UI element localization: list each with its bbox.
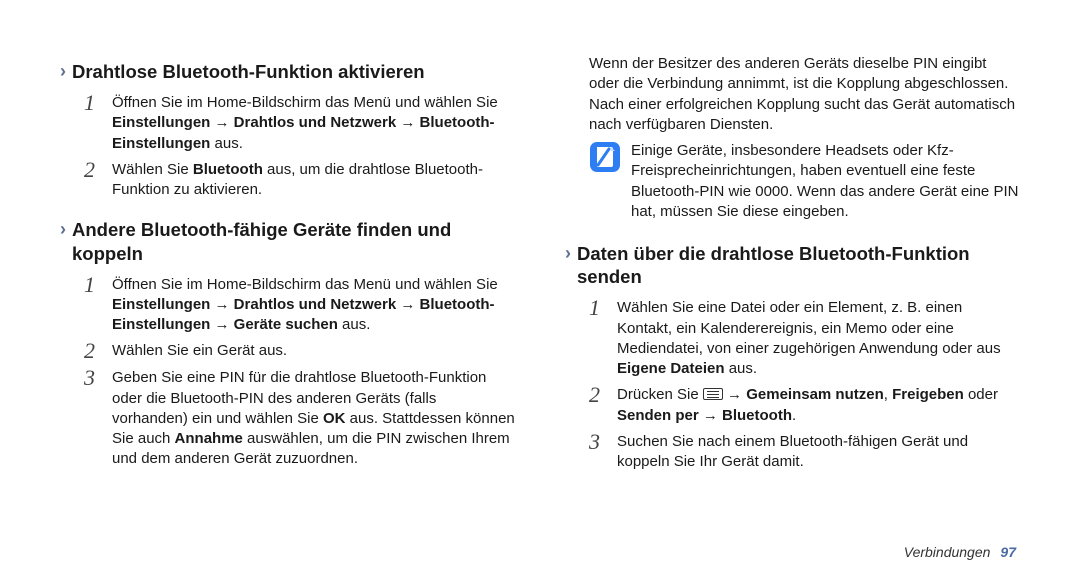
chevron-icon: › [60, 220, 66, 240]
step-text: Geben Sie eine PIN für die drahtlose Blu… [112, 368, 515, 469]
footer-section-label: Verbindungen [904, 544, 991, 560]
step-text: Wählen Sie eine Datei oder ein Element, … [617, 298, 1020, 379]
step-item: 2 Wählen Sie Bluetooth aus, um die draht… [84, 160, 515, 201]
menu-key-icon [703, 388, 723, 400]
step-item: 3 Geben Sie eine PIN für die drahtlose B… [84, 368, 515, 469]
step-text: Wählen Sie Bluetooth aus, um die drahtlo… [112, 160, 515, 201]
step-number: 1 [84, 92, 102, 114]
left-column: › Drahtlose Bluetooth-Funktion aktiviere… [60, 54, 515, 546]
step-number: 3 [84, 367, 102, 389]
step-text: Öffnen Sie im Home-Bildschirm das Menü u… [112, 93, 515, 154]
step-text: Öffnen Sie im Home-Bildschirm das Menü u… [112, 275, 515, 336]
note-icon [589, 141, 621, 173]
right-column: Wenn der Besitzer des anderen Geräts die… [565, 54, 1020, 546]
footer-page-number: 97 [1000, 544, 1016, 560]
step-continuation-text: Wenn der Besitzer des anderen Geräts die… [589, 54, 1020, 135]
step-item: 1 Wählen Sie eine Datei oder ein Element… [589, 298, 1020, 379]
note-block: Einige Geräte, insbesondere Headsets ode… [589, 141, 1020, 222]
section-title: Drahtlose Bluetooth-Funktion aktivieren [72, 60, 425, 83]
step-item: 2 Wählen Sie ein Gerät aus. [84, 341, 515, 362]
step-number: 2 [84, 340, 102, 362]
step-number: 1 [84, 274, 102, 296]
chevron-icon: › [60, 62, 66, 82]
step-number: 2 [84, 159, 102, 181]
section-heading-find-pair: › Andere Bluetooth-fähige Geräte finden … [60, 218, 515, 264]
note-text: Einige Geräte, insbesondere Headsets ode… [631, 141, 1020, 222]
page-footer: Verbindungen 97 [904, 544, 1016, 560]
step-number: 2 [589, 384, 607, 406]
step-item: 1 Öffnen Sie im Home-Bildschirm das Menü… [84, 93, 515, 154]
step-number: 1 [589, 297, 607, 319]
section-heading-activate-bluetooth: › Drahtlose Bluetooth-Funktion aktiviere… [60, 60, 515, 83]
section-title: Andere Bluetooth-fähige Geräte finden un… [72, 218, 515, 264]
step-text: Drücken Sie → Gemeinsam nutzen, Freigebe… [617, 385, 1020, 426]
step-text: Wählen Sie ein Gerät aus. [112, 341, 515, 361]
step-number: 3 [589, 431, 607, 453]
step-item: 2 Drücken Sie → Gemeinsam nutzen, Freige… [589, 385, 1020, 426]
step-item: 1 Öffnen Sie im Home-Bildschirm das Menü… [84, 275, 515, 336]
step-item: 3 Suchen Sie nach einem Bluetooth-fähige… [589, 432, 1020, 473]
step-text: Suchen Sie nach einem Bluetooth-fähigen … [617, 432, 1020, 473]
section-heading-send-data: › Daten über die drahtlose Bluetooth-Fun… [565, 242, 1020, 288]
section-title: Daten über die drahtlose Bluetooth-Funkt… [577, 242, 1020, 288]
chevron-icon: › [565, 244, 571, 264]
